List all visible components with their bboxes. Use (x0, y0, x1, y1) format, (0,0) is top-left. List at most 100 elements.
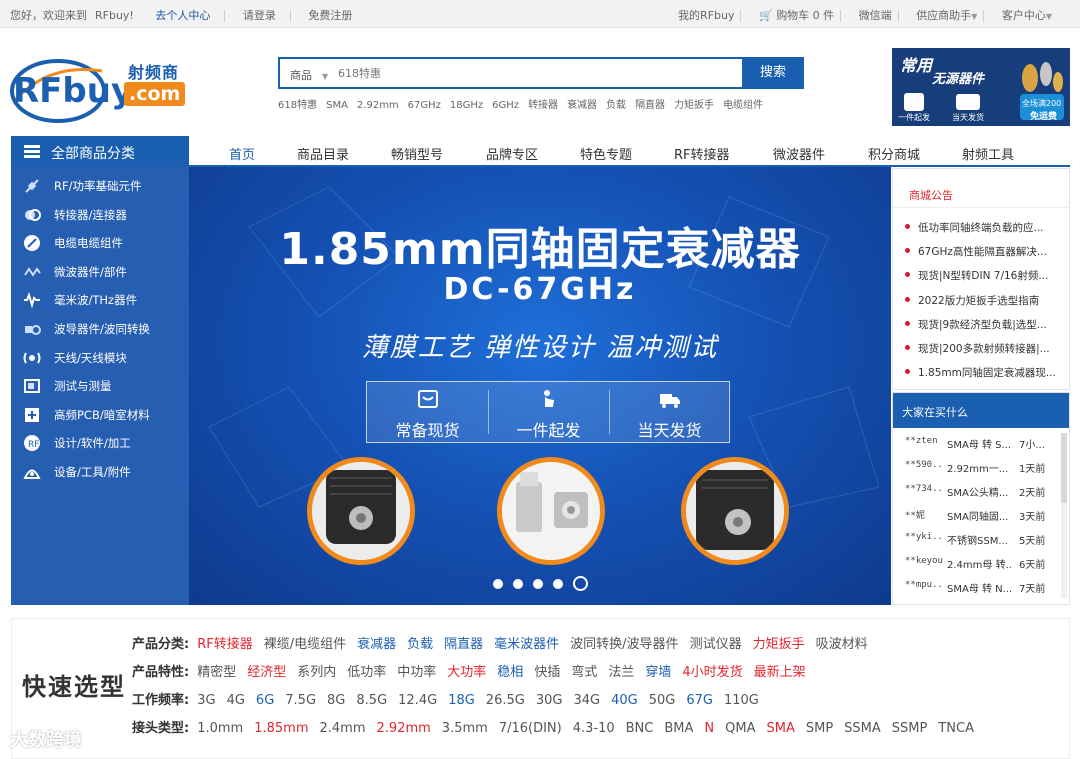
quick-select-option[interactable]: 110G (724, 693, 759, 708)
quick-select-option[interactable]: 衰减器 (357, 637, 396, 652)
buying-row[interactable]: **yki... 不锈钢SSM... 5天前 (905, 532, 1061, 550)
quick-select-option[interactable]: 经济型 (247, 665, 286, 680)
quick-select-option[interactable]: 34G (573, 693, 600, 708)
quick-select-option[interactable]: 测试仪器 (690, 637, 742, 652)
notice-item[interactable]: 2022版力矩扳手选型指南 (905, 293, 1065, 308)
promo-ad[interactable]: 常用 无源器件 一件起发 当天发货 全场满200 免运费 (892, 48, 1070, 126)
quick-select-option[interactable]: 40G (611, 693, 638, 708)
quick-select-option[interactable]: 精密型 (197, 665, 236, 680)
scrollbar[interactable] (1061, 433, 1067, 598)
my-rfbuy-link[interactable]: 我的RFbuy (678, 9, 734, 22)
quick-select-option[interactable]: 弯式 (571, 665, 597, 680)
quick-select-option[interactable]: 1.85mm (254, 721, 308, 736)
buying-row[interactable]: **zten SMA母 转 S... 7小... (905, 436, 1061, 454)
quick-select-option[interactable]: 最新上架 (754, 665, 806, 680)
quick-select-option[interactable]: 6G (256, 693, 274, 708)
quick-select-option[interactable]: 8.5G (356, 693, 387, 708)
sidebar-item[interactable]: RF/功率基础元件 (23, 175, 189, 197)
quick-select-option[interactable]: TNCA (938, 721, 974, 736)
quick-select-option[interactable]: SSMP (892, 721, 928, 736)
quick-select-option[interactable]: RF转接器 (197, 637, 253, 652)
quick-select-option[interactable]: 7.5G (285, 693, 316, 708)
buying-row[interactable]: **keyou 2.4mm母 转... 6天前 (905, 556, 1061, 574)
hot-keyword-link[interactable]: 负载 (606, 100, 626, 111)
hot-keyword-link[interactable]: 67GHz (408, 100, 441, 111)
quick-select-option[interactable]: 4.3-10 (573, 721, 615, 736)
notice-item[interactable]: 现货|9款经济型负载|选型... (905, 317, 1065, 332)
sidebar-item[interactable]: 波导器件/波同转换 (23, 318, 189, 340)
sidebar-item[interactable]: 微波器件/部件 (23, 261, 189, 283)
quick-select-option[interactable]: N (704, 721, 714, 736)
login-link[interactable]: 请登录 (243, 9, 276, 22)
hot-keyword-link[interactable]: 18GHz (450, 100, 483, 111)
hot-keyword-link[interactable]: 隔直器 (635, 100, 665, 111)
quick-select-option[interactable]: SMP (806, 721, 833, 736)
nav-item[interactable]: 首页 (229, 144, 255, 163)
quick-select-option[interactable]: 1.0mm (197, 721, 243, 736)
site-logo[interactable]: 射频商城 RFbuy .com (10, 55, 192, 125)
sidebar-item[interactable]: 转接器/连接器 (23, 204, 189, 226)
nav-item[interactable]: 品牌专区 (486, 144, 538, 163)
nav-item[interactable]: 微波器件 (773, 144, 825, 163)
carousel-dot[interactable] (553, 579, 563, 589)
carousel-dot[interactable] (533, 579, 543, 589)
nav-item[interactable]: 商品目录 (297, 144, 349, 163)
sidebar-item[interactable]: 天线/天线模块 (23, 347, 189, 369)
quick-select-option[interactable]: 穿墙 (645, 665, 671, 680)
nav-item[interactable]: 射频工具 (962, 144, 1014, 163)
sidebar-item[interactable]: 设备/工具/附件 (23, 461, 189, 483)
notice-item[interactable]: 现货|200多款射频转接器|... (905, 341, 1065, 356)
hot-keyword-link[interactable]: 衰减器 (567, 100, 597, 111)
sidebar-item[interactable]: RF 设计/软件/加工 (23, 432, 189, 454)
all-categories-button[interactable]: 全部商品分类 (11, 136, 189, 167)
buying-row[interactable]: **妮 SMA同轴固... 3天前 (905, 508, 1061, 526)
hot-keyword-link[interactable]: 6GHz (492, 100, 519, 111)
search-input[interactable] (338, 63, 738, 83)
quick-select-option[interactable]: 26.5G (486, 693, 525, 708)
cart-link[interactable]: 购物车 0 件 (776, 9, 834, 22)
nav-item[interactable]: 畅销型号 (391, 144, 443, 163)
hero-banner[interactable]: 1.85mm同轴固定衰减器 DC-67GHz 薄膜工艺 弹性设计 温冲测试 常备… (189, 167, 891, 605)
quick-select-option[interactable]: 裸缆/电缆组件 (264, 637, 346, 652)
quick-select-option[interactable]: 快插 (534, 665, 560, 680)
register-link[interactable]: 免费注册 (308, 9, 352, 22)
quick-select-option[interactable]: 系列内 (297, 665, 336, 680)
quick-select-option[interactable]: 低功率 (347, 665, 386, 680)
customer-center-menu[interactable]: 客户中心 (1002, 9, 1046, 22)
hot-keyword-link[interactable]: 力矩扳手 (674, 100, 714, 111)
quick-select-option[interactable]: 吸波材料 (816, 637, 868, 652)
sidebar-item[interactable]: 测试与测量 (23, 375, 189, 397)
sidebar-item[interactable]: 毫米波/THz器件 (23, 289, 189, 311)
quick-select-option[interactable]: 18G (448, 693, 475, 708)
quick-select-option[interactable]: 4小时发货 (682, 665, 742, 680)
hot-keyword-link[interactable]: 2.92mm (357, 100, 399, 111)
nav-item[interactable]: 积分商城 (868, 144, 920, 163)
quick-select-option[interactable]: 30G (536, 693, 563, 708)
sidebar-item[interactable]: 电缆电缆组件 (23, 232, 189, 254)
quick-select-option[interactable]: 稳相 (497, 665, 523, 680)
quick-select-option[interactable]: 3G (197, 693, 215, 708)
quick-select-option[interactable]: SSMA (844, 721, 881, 736)
quick-select-option[interactable]: 3.5mm (442, 721, 488, 736)
quick-select-option[interactable]: BMA (664, 721, 693, 736)
hot-keyword-link[interactable]: SMA (326, 100, 348, 111)
hot-keyword-link[interactable]: 电缆组件 (723, 100, 763, 111)
carousel-dot[interactable] (513, 579, 523, 589)
nav-item[interactable]: RF转接器 (674, 144, 730, 163)
quick-select-option[interactable]: QMA (725, 721, 755, 736)
notice-item[interactable]: 1.85mm同轴固定衰减器现... (905, 365, 1065, 380)
quick-select-option[interactable]: 中功率 (397, 665, 436, 680)
search-category-select[interactable]: 商品 ▼ (290, 67, 328, 83)
quick-select-option[interactable]: 2.92mm (377, 721, 431, 736)
hot-keyword-link[interactable]: 618特惠 (278, 100, 317, 111)
scrollbar-thumb[interactable] (1061, 433, 1067, 503)
quick-select-option[interactable]: 毫米波器件 (494, 637, 559, 652)
hot-keyword-link[interactable]: 转接器 (528, 100, 558, 111)
personal-center-link[interactable]: 去个人中心 (155, 9, 210, 22)
notice-item[interactable]: 67GHz高性能隔直器解决... (905, 244, 1065, 259)
quick-select-option[interactable]: 50G (649, 693, 676, 708)
quick-select-option[interactable]: 大功率 (447, 665, 486, 680)
notice-item[interactable]: 现货|N型转DIN 7/16射频... (905, 268, 1065, 283)
wechat-link[interactable]: 微信端 (859, 9, 892, 22)
quick-select-option[interactable]: 隔直器 (444, 637, 483, 652)
